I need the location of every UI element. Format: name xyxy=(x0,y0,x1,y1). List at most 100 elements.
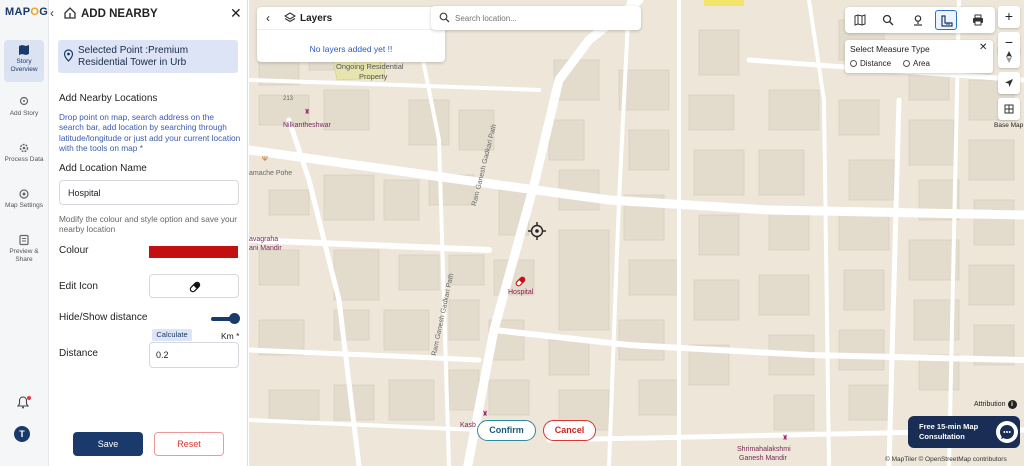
chevron-left-icon[interactable]: ‹ xyxy=(266,11,270,25)
notification-dot xyxy=(27,396,31,400)
vagraha-label-2: ani Mandir xyxy=(249,245,282,252)
ongoing-property-label: Ongoing Residential xyxy=(336,62,404,71)
locate-me-button[interactable] xyxy=(998,72,1020,94)
notification-bell-icon[interactable] xyxy=(16,396,31,410)
measure-type-popup: Select Measure Type ✕ Distance Area xyxy=(845,40,993,73)
restaurant-marker-icon: Ψ xyxy=(262,156,268,163)
unit-label: Km * xyxy=(221,331,240,341)
rail-item-label: Story Overview xyxy=(10,58,38,73)
user-avatar[interactable]: T xyxy=(14,426,30,442)
base-map-icon xyxy=(1004,104,1014,114)
location-name-input[interactable]: Hospital xyxy=(59,180,239,205)
map-tool-button[interactable] xyxy=(849,10,871,30)
selected-point-box: Selected Point :Premium Residential Towe… xyxy=(58,40,238,73)
confirm-button[interactable]: Confirm xyxy=(477,420,536,441)
distance-input[interactable]: 0.2 xyxy=(149,342,239,368)
mapog-logo[interactable]: MAPOG xyxy=(5,6,48,18)
panel-header: ‹ ADD NEARBY ✕ xyxy=(50,0,248,27)
compass-icon xyxy=(1006,51,1012,63)
radio-icon xyxy=(903,60,910,67)
house-number-label: 213 xyxy=(283,96,294,102)
map-icon xyxy=(854,14,866,26)
measure-option-area[interactable]: Area xyxy=(903,59,930,68)
base-map-button[interactable] xyxy=(998,98,1020,120)
radio-icon xyxy=(850,60,857,67)
amache-pohe-label: amache Pohe xyxy=(249,170,293,177)
kasb-marker-icon: ♜ xyxy=(482,411,489,418)
chat-icon xyxy=(1000,425,1014,439)
location-tool-button[interactable] xyxy=(907,10,929,30)
hospital-pill-marker-icon[interactable] xyxy=(514,275,527,288)
measure-tool-button[interactable] xyxy=(935,10,957,30)
layers-title: Layers xyxy=(300,13,333,24)
measure-option-label: Distance xyxy=(860,59,892,68)
close-icon[interactable]: ✕ xyxy=(230,5,242,22)
temple-marker-icon: ♜ xyxy=(304,109,311,116)
edit-icon-button[interactable] xyxy=(149,274,239,298)
shrimahalakshmi-label-2: Ganesh Mandir xyxy=(739,455,787,462)
panel-title: ADD NEARBY xyxy=(81,8,158,20)
modify-style-text: Modify the colour and style option and s… xyxy=(59,214,238,235)
zoom-in-button[interactable]: + xyxy=(998,6,1020,28)
attribution-toggle[interactable]: Attribution i xyxy=(974,400,1017,409)
measure-option-label: Area xyxy=(913,59,930,68)
reset-button[interactable]: Reset xyxy=(154,432,224,456)
vagraha-label: avagraha xyxy=(249,236,279,243)
rail-item-story-overview[interactable]: Story Overview xyxy=(4,40,44,82)
pill-icon xyxy=(189,281,201,293)
consultation-banner[interactable]: Free 15-min Map Consultation xyxy=(908,416,1020,448)
rail-item-label: Map Settings xyxy=(5,202,43,209)
location-name-label: Add Location Name xyxy=(59,163,147,174)
print-icon xyxy=(973,14,983,26)
add-nearby-panel: ‹ ADD NEARBY ✕ Selected Point :Premium R… xyxy=(50,0,248,466)
layers-icon xyxy=(284,12,296,23)
distance-label: Distance xyxy=(59,348,98,359)
base-map-label: Base Map xyxy=(994,122,1024,129)
location-pin-icon xyxy=(914,15,922,26)
rail-item-label: Add Story xyxy=(9,110,39,117)
consultation-text: Free 15-min Map Consultation xyxy=(919,422,979,441)
rail-item-label: Process Data xyxy=(4,156,44,163)
app-root: MAPOG Story Overview Add Story Process D… xyxy=(0,0,1024,466)
layers-panel: ‹ Layers No layers added yet !! xyxy=(257,7,445,62)
attribution-label: Attribution xyxy=(974,401,1006,408)
section-title: Add Nearby Locations xyxy=(59,93,158,104)
gear-icon xyxy=(19,143,29,153)
layers-empty-text: No layers added yet !! xyxy=(309,44,393,54)
chat-button[interactable] xyxy=(996,421,1018,443)
save-button[interactable]: Save xyxy=(73,432,143,456)
hide-show-distance-toggle[interactable] xyxy=(211,313,240,325)
selected-point-text: Selected Point :Premium Residential Towe… xyxy=(78,45,189,68)
search-icon xyxy=(882,14,894,26)
search-tool-button[interactable] xyxy=(877,10,899,30)
measure-type-title: Select Measure Type xyxy=(850,44,930,54)
shrimahalakshmi-label: Shrimahalakshmi xyxy=(737,446,791,453)
rail-item-preview-share[interactable]: Preview & Share xyxy=(4,230,44,266)
cancel-button[interactable]: Cancel xyxy=(543,420,596,441)
rail-item-map-settings[interactable]: Map Settings xyxy=(4,184,44,220)
compass-button[interactable] xyxy=(998,46,1020,68)
search-input[interactable] xyxy=(455,10,635,26)
close-icon[interactable]: ✕ xyxy=(979,42,987,53)
toggle-knob xyxy=(229,313,240,324)
layers-header: ‹ Layers xyxy=(257,7,445,30)
search-icon xyxy=(439,12,450,23)
rail-item-label: Preview & Share xyxy=(9,248,39,263)
preview-icon xyxy=(19,234,29,246)
location-icon xyxy=(19,96,29,106)
map-toolbar xyxy=(845,7,995,33)
location-search xyxy=(431,6,641,30)
chevron-left-icon[interactable]: ‹ xyxy=(50,7,60,19)
measure-option-distance[interactable]: Distance xyxy=(850,59,891,68)
calculate-label[interactable]: Calculate xyxy=(152,329,192,341)
hide-show-distance-label: Hide/Show distance xyxy=(59,312,148,323)
rail-item-process-data[interactable]: Process Data xyxy=(4,138,44,174)
colour-picker[interactable] xyxy=(149,246,238,258)
crosshair-icon xyxy=(528,222,546,240)
rail-item-add-story[interactable]: Add Story xyxy=(4,92,44,128)
map-pin-icon xyxy=(63,49,74,62)
help-text: Drop point on map, search address on the… xyxy=(59,112,241,153)
print-tool-button[interactable] xyxy=(967,10,989,30)
map-copyright: © MapTiler © OpenStreetMap contributors xyxy=(885,456,1007,463)
mandir-marker-icon: ♜ xyxy=(782,435,789,442)
